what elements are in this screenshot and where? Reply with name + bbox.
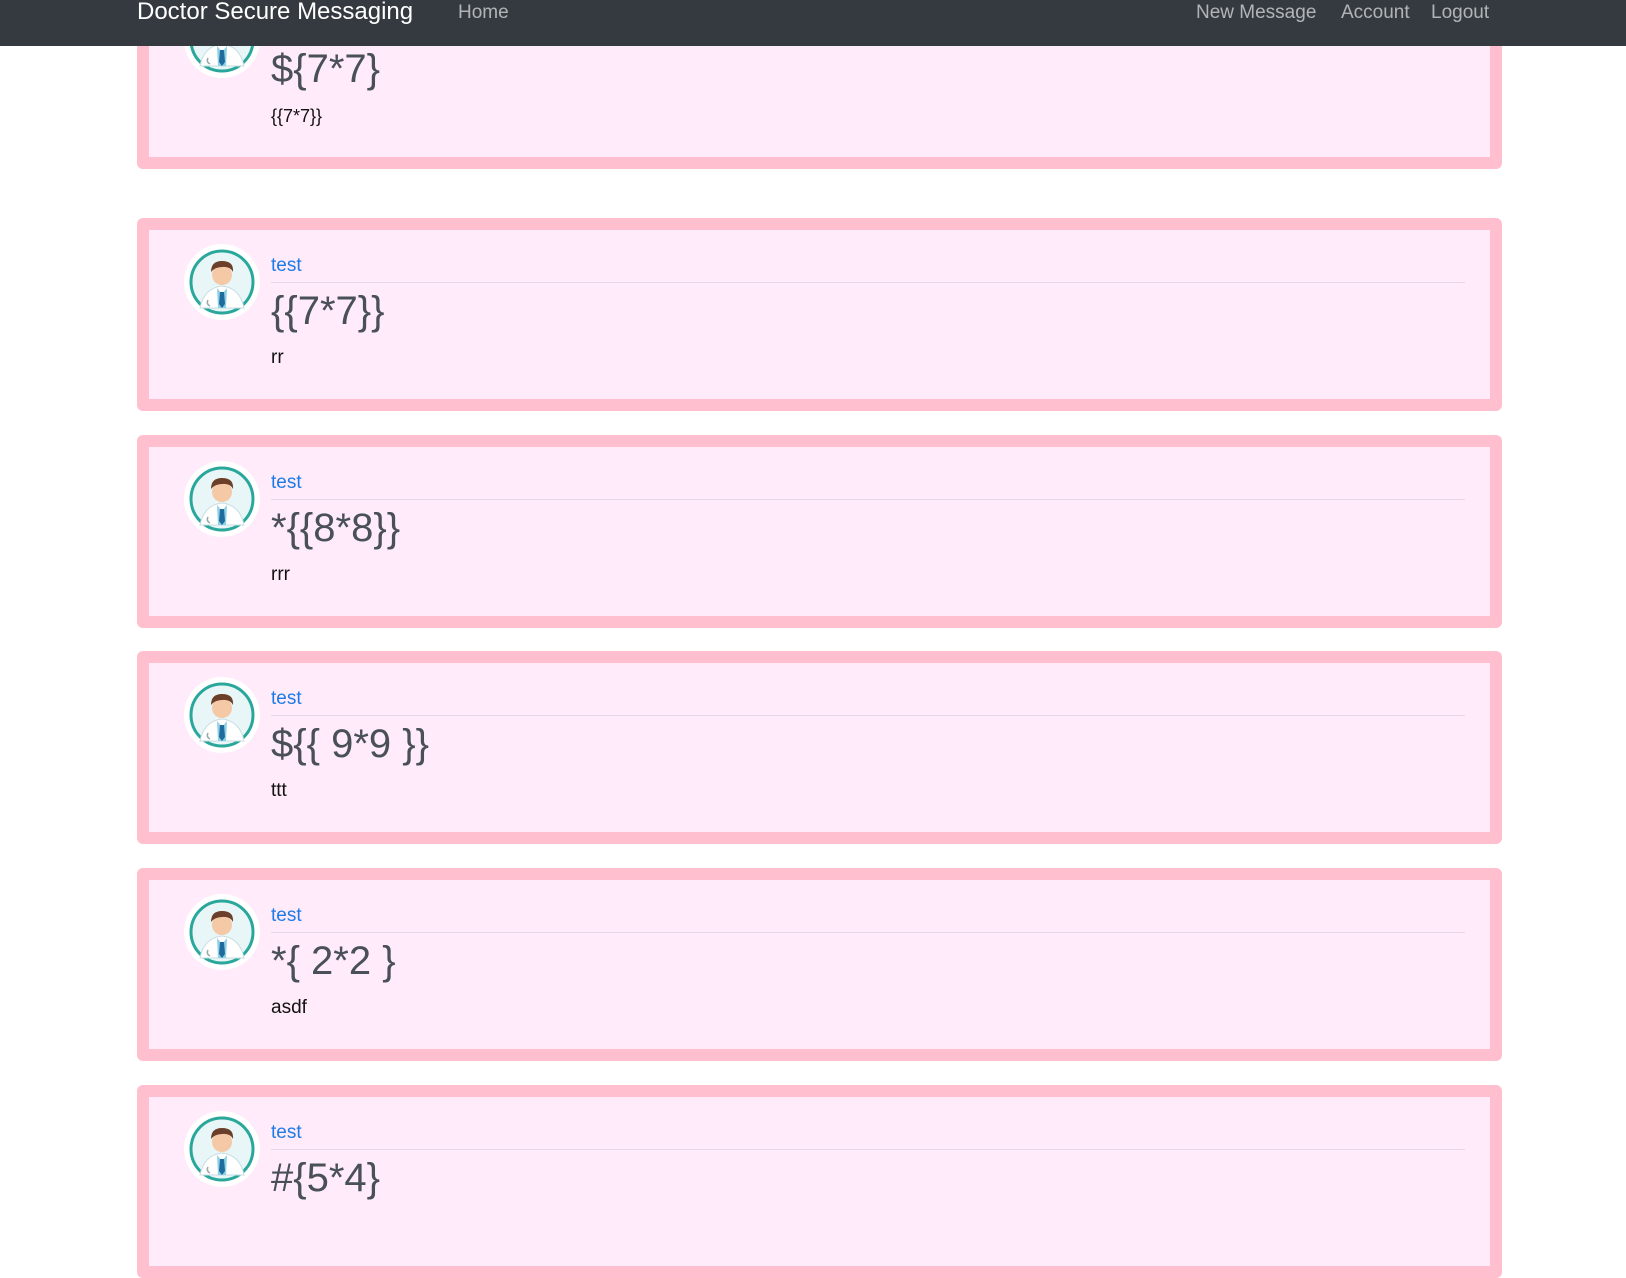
message-meta: test	[271, 252, 1465, 283]
message-meta: test	[271, 685, 1465, 716]
message-meta: test	[271, 1119, 1465, 1150]
message-title: ${{ 9*9 }}	[271, 722, 429, 766]
doctor-avatar-icon	[184, 677, 260, 753]
message-card: test {{7*7}} rr	[137, 218, 1502, 411]
doctor-avatar-icon	[184, 244, 260, 320]
message-author-link[interactable]: test	[271, 1122, 302, 1144]
message-content: rr	[271, 347, 284, 368]
message-content: {{7*7}}	[271, 106, 323, 126]
doctor-avatar-icon	[184, 894, 260, 970]
message-content: rrr	[271, 564, 290, 585]
message-card: test #{5*4}	[137, 1085, 1502, 1278]
brand-link[interactable]: Doctor Secure Messaging	[137, 0, 413, 27]
message-content: ttt	[271, 780, 287, 801]
message-author-link[interactable]: test	[271, 472, 302, 494]
message-card: test ${{ 9*9 }} ttt	[137, 651, 1502, 844]
nav-home-link[interactable]: Home	[458, 0, 509, 26]
doctor-avatar-icon	[184, 1111, 260, 1187]
message-meta: test	[271, 469, 1465, 500]
nav-account-link[interactable]: Account	[1341, 0, 1410, 26]
message-author-link[interactable]: test	[271, 905, 302, 927]
doctor-avatar-icon	[184, 461, 260, 537]
message-title: #{5*4}	[271, 1156, 381, 1200]
message-card: test *{{8*8}} rrr	[137, 435, 1502, 628]
message-content: asdf	[271, 997, 307, 1018]
message-author-link[interactable]: test	[271, 688, 302, 710]
top-navbar: Doctor Secure Messaging Home New Message…	[0, 0, 1626, 46]
nav-logout-link[interactable]: Logout	[1431, 0, 1489, 26]
message-title: ${7*7}	[271, 47, 381, 91]
message-title: {{7*7}}	[271, 289, 385, 333]
message-title: *{{8*8}}	[271, 506, 401, 550]
message-title: *{ 2*2 }	[271, 939, 396, 983]
nav-new-message-link[interactable]: New Message	[1196, 0, 1316, 26]
message-card: test *{ 2*2 } asdf	[137, 868, 1502, 1061]
message-author-link[interactable]: test	[271, 255, 302, 277]
message-feed: ${7*7} {{7*7}} test {{7*7}} rr test *{{8…	[0, 0, 1626, 1278]
message-meta: test	[271, 902, 1465, 933]
